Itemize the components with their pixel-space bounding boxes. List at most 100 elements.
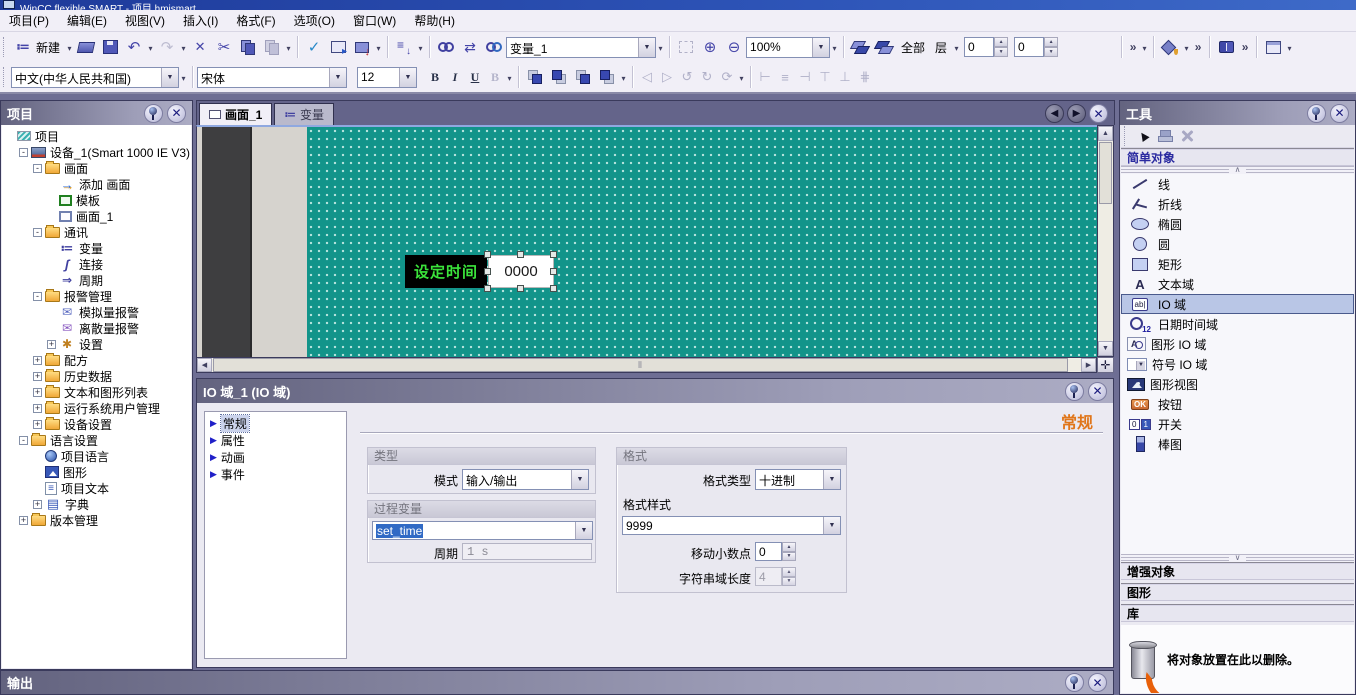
rotate-left-icon[interactable]: ↺ bbox=[677, 67, 697, 87]
close-button[interactable]: ✕ bbox=[1088, 673, 1107, 692]
align-center-icon[interactable]: ≡ bbox=[775, 67, 795, 87]
multitool-icon[interactable] bbox=[1176, 126, 1198, 146]
selection-handle[interactable] bbox=[550, 251, 557, 258]
scroll-down-icon[interactable]: ▼ bbox=[1098, 341, 1113, 356]
tool-item[interactable]: 椭圆 bbox=[1121, 214, 1354, 234]
scroll-left-icon[interactable]: ◀ bbox=[197, 358, 212, 372]
tab-back-button[interactable]: ◀ bbox=[1045, 104, 1064, 123]
flip-horizontal-icon[interactable]: ◁ bbox=[637, 67, 657, 87]
zoom-in-button[interactable] bbox=[698, 36, 722, 58]
spin-down-icon[interactable] bbox=[1044, 47, 1058, 57]
selection-handle[interactable] bbox=[517, 251, 524, 258]
find-next-button[interactable] bbox=[482, 36, 506, 58]
tool-item[interactable]: 矩形 bbox=[1121, 254, 1354, 274]
distribute-icon[interactable]: ⋕ bbox=[855, 67, 875, 87]
tool-item[interactable]: 折线 bbox=[1121, 194, 1354, 214]
tool-item[interactable]: 开关 bbox=[1121, 414, 1354, 434]
position-x-spinner[interactable]: 0 bbox=[964, 37, 1008, 57]
combo-arrow-icon[interactable] bbox=[575, 522, 592, 539]
section-graphics[interactable]: 图形 bbox=[1121, 583, 1354, 601]
decimal-shift-spinner[interactable]: 0 bbox=[755, 542, 796, 561]
language-overflow-icon[interactable] bbox=[179, 70, 188, 84]
properties-nav-item[interactable]: 属性 bbox=[207, 432, 344, 449]
spin-down-icon[interactable] bbox=[994, 47, 1008, 57]
move-layer-forward-button[interactable] bbox=[848, 36, 872, 58]
move-layer-backward-button[interactable] bbox=[872, 36, 896, 58]
tool-item[interactable]: 按钮 bbox=[1121, 394, 1354, 414]
zoom-overflow-icon[interactable] bbox=[830, 40, 839, 54]
tool-item[interactable]: 日期时间域 bbox=[1121, 314, 1354, 334]
selection-handle[interactable] bbox=[484, 285, 491, 292]
format-pattern-combo[interactable]: 9999 bbox=[622, 516, 841, 535]
library-button[interactable] bbox=[1214, 36, 1238, 58]
tree-item[interactable]: 项目语言 bbox=[2, 448, 191, 464]
tree-item[interactable]: -设备_1(Smart 1000 IE V3) bbox=[2, 144, 191, 160]
zoom-area-button[interactable] bbox=[674, 36, 698, 58]
spin-up-icon[interactable] bbox=[1044, 37, 1058, 47]
combo-arrow-icon[interactable] bbox=[823, 517, 840, 534]
menu-item[interactable]: 视图(V) bbox=[116, 10, 174, 31]
spin-up-icon[interactable] bbox=[994, 37, 1008, 47]
expand-toggle[interactable]: - bbox=[19, 436, 28, 445]
tab-forward-button[interactable]: ▶ bbox=[1067, 104, 1086, 123]
tool-item[interactable]: 圆 bbox=[1121, 234, 1354, 254]
pin-button[interactable] bbox=[1307, 104, 1326, 123]
arrange-overflow-icon[interactable] bbox=[619, 70, 628, 84]
menu-item[interactable]: 帮助(H) bbox=[405, 10, 464, 31]
canvas-vertical-scrollbar[interactable]: ▲ ▼ bbox=[1097, 125, 1114, 357]
select-cursor-icon[interactable] bbox=[1132, 126, 1154, 146]
tree-item[interactable]: 项目文本 bbox=[2, 480, 191, 496]
clipboard-overflow-icon[interactable] bbox=[284, 40, 293, 54]
bring-to-front-button[interactable] bbox=[523, 66, 547, 88]
scroll-right-icon[interactable]: ▶ bbox=[1081, 358, 1096, 372]
properties-nav-item[interactable]: 动画 bbox=[207, 449, 344, 466]
menu-item[interactable]: 项目(P) bbox=[0, 10, 58, 31]
flip-vertical-icon[interactable]: ▷ bbox=[657, 67, 677, 87]
properties-nav-item[interactable]: 常规 bbox=[207, 415, 344, 432]
toolbar-grip[interactable] bbox=[3, 67, 7, 87]
copy-button[interactable] bbox=[236, 36, 260, 58]
find-button[interactable] bbox=[434, 36, 458, 58]
new-screen-button[interactable]: 新建 bbox=[11, 36, 65, 58]
tree-item[interactable]: -语言设置 bbox=[2, 432, 191, 448]
expand-toggle[interactable]: + bbox=[33, 356, 42, 365]
pin-button[interactable] bbox=[144, 104, 163, 123]
font-overflow-icon[interactable] bbox=[505, 70, 514, 84]
section-collapse-divider[interactable]: ∧ bbox=[1121, 166, 1354, 174]
tool-item[interactable]: IO 域 bbox=[1121, 294, 1354, 314]
fill-color-button[interactable] bbox=[1158, 36, 1182, 58]
tree-item[interactable]: -通讯 bbox=[2, 224, 191, 240]
send-to-back-button[interactable] bbox=[547, 66, 571, 88]
canvas-pan-button[interactable]: ✛ bbox=[1097, 357, 1114, 373]
combo-arrow-icon[interactable] bbox=[329, 68, 346, 87]
expand-toggle[interactable]: - bbox=[19, 148, 28, 157]
screen-editor-canvas[interactable]: 设定时间 0000 bbox=[196, 125, 1097, 357]
tree-item[interactable]: 离散量报警 bbox=[2, 320, 191, 336]
check-consistency-button[interactable] bbox=[302, 36, 326, 58]
align-right-icon[interactable]: ⊣ bbox=[795, 67, 815, 87]
expand-toggle[interactable]: + bbox=[19, 516, 28, 525]
tree-item[interactable]: 图形 bbox=[2, 464, 191, 480]
open-button[interactable] bbox=[74, 36, 98, 58]
canvas-horizontal-scrollbar[interactable]: ◀ ⦀ ▶ bbox=[196, 357, 1097, 373]
properties-nav-item[interactable]: 事件 bbox=[207, 466, 344, 483]
save-button[interactable] bbox=[98, 36, 122, 58]
menu-item[interactable]: 格式(F) bbox=[227, 10, 284, 31]
delete-drop-area[interactable]: 将对象放置在此以删除。 bbox=[1121, 625, 1354, 693]
tab-screen-1[interactable]: 画面_1 bbox=[199, 103, 272, 125]
paste-button[interactable] bbox=[260, 36, 284, 58]
expand-toggle[interactable]: - bbox=[33, 292, 42, 301]
compile-button[interactable] bbox=[326, 36, 350, 58]
redo-dropdown-icon[interactable] bbox=[179, 40, 188, 54]
tree-item[interactable]: -画面 bbox=[2, 160, 191, 176]
scroll-up-icon[interactable]: ▲ bbox=[1098, 126, 1113, 141]
menu-item[interactable]: 窗口(W) bbox=[344, 10, 405, 31]
menu-item[interactable]: 选项(O) bbox=[285, 10, 344, 31]
spin-up-icon[interactable] bbox=[782, 542, 796, 552]
tree-item[interactable]: 变量 bbox=[2, 240, 191, 256]
blink-button[interactable]: B bbox=[485, 67, 505, 87]
window-layout-button[interactable] bbox=[1261, 36, 1285, 58]
tree-item[interactable]: -报警管理 bbox=[2, 288, 191, 304]
spin-up-icon[interactable] bbox=[782, 567, 796, 577]
tool-item[interactable]: 符号 IO 域 bbox=[1121, 354, 1354, 374]
